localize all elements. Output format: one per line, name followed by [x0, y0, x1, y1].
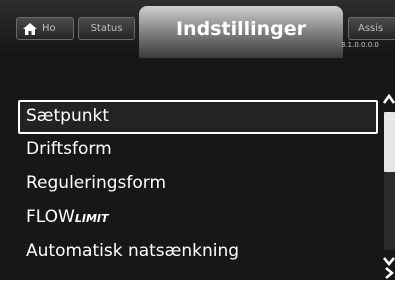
tab-status-label: Status	[90, 23, 123, 34]
menu-item-label: Reguleringsform	[26, 173, 167, 193]
menu-item-label-sub: LIMIT	[74, 212, 109, 225]
tab-home-label: Ho	[42, 23, 56, 34]
tab-settings-label: Indstillinger	[175, 18, 307, 40]
tab-assist[interactable]: Assis	[348, 17, 395, 40]
menu-item-automatisk-natsaenkning[interactable]: Automatisk natsænkning	[18, 236, 380, 270]
menu-item-reguleringsform[interactable]: Reguleringsform	[18, 168, 380, 202]
home-icon	[23, 22, 37, 35]
tab-status[interactable]: Status	[78, 17, 135, 40]
menu-item-saetpunkt[interactable]: Sætpunkt	[18, 100, 378, 134]
tab-assist-label: Assis	[358, 23, 384, 34]
tab-bar: Ho Status Indstillinger Assis 3.1.0.0.0.…	[0, 0, 395, 58]
menu-item-label: Automatisk natsænkning	[26, 241, 240, 261]
scroll-up-icon[interactable]	[382, 92, 395, 106]
menu-code: 3.1.0.0.0.0	[341, 41, 379, 49]
menu-item-label-main: FLOW	[26, 207, 75, 227]
chevron-right-icon[interactable]	[383, 266, 395, 280]
settings-menu: Sætpunkt Driftsform Reguleringsform FLOW…	[18, 100, 380, 270]
menu-item-label: Sætpunkt	[26, 106, 109, 126]
menu-item-label: Driftsform	[26, 139, 112, 159]
tab-home[interactable]: Ho	[16, 17, 74, 40]
tab-settings[interactable]: Indstillinger	[139, 6, 343, 58]
settings-screen: Ho Status Indstillinger Assis 3.1.0.0.0.…	[0, 0, 395, 280]
scrollbar-thumb[interactable]	[384, 112, 395, 172]
menu-item-driftsform[interactable]: Driftsform	[18, 134, 380, 168]
menu-item-flowlimit[interactable]: FLOWLIMIT	[18, 202, 380, 236]
